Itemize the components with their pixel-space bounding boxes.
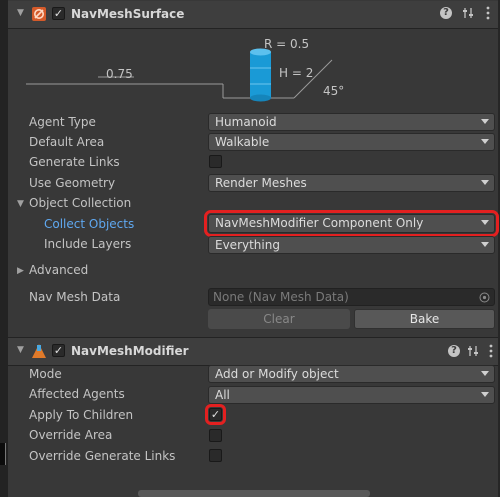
chevron-down-icon <box>481 392 489 397</box>
default-area-value: Walkable <box>215 135 270 149</box>
agent-type-dropdown[interactable]: Humanoid <box>208 113 495 131</box>
apply-to-children-checkbox[interactable]: ✓ <box>205 404 226 425</box>
foldout-arrow-icon[interactable]: ▼ <box>17 345 24 355</box>
component-enabled-checkbox[interactable]: ✓ <box>52 344 65 357</box>
diagram-height-label: H = 2 <box>279 66 314 80</box>
diagram-slope-label: 45° <box>323 84 345 98</box>
affected-agents-dropdown[interactable]: All <box>208 386 495 404</box>
default-area-label: Default Area <box>29 135 105 149</box>
affected-agents-label: Affected Agents <box>29 387 125 401</box>
include-layers-label: Include Layers <box>44 237 132 251</box>
use-geometry-value: Render Meshes <box>215 176 307 190</box>
foldout-arrow-icon[interactable]: ▼ <box>17 8 24 18</box>
agent-type-label: Agent Type <box>29 115 96 129</box>
help-icon[interactable]: ? <box>448 345 460 357</box>
mode-value: Add or Modify object <box>215 367 339 381</box>
nav-mesh-data-value: None (Nav Mesh Data) <box>213 290 349 304</box>
chevron-down-icon <box>481 119 489 124</box>
chevron-down-icon <box>481 220 489 225</box>
object-collection-foldout-icon[interactable]: ▼ <box>17 199 24 209</box>
component-title: NavMeshModifier <box>71 344 189 358</box>
apply-to-children-label: Apply To Children <box>29 408 134 422</box>
chevron-down-icon <box>481 139 489 144</box>
use-geometry-label: Use Geometry <box>29 176 116 190</box>
navmeshsurface-component-icon <box>32 7 46 21</box>
presets-icon[interactable] <box>462 7 474 19</box>
kebab-menu-icon[interactable] <box>485 6 491 20</box>
override-area-checkbox[interactable] <box>209 429 222 442</box>
chevron-down-icon <box>481 180 489 185</box>
mode-label: Mode <box>29 367 62 381</box>
generate-links-label: Generate Links <box>29 155 120 169</box>
diagram-radius-label: R = 0.5 <box>264 37 310 51</box>
presets-icon[interactable] <box>467 345 479 357</box>
collect-objects-value: NavMeshModifier Component Only <box>215 216 424 230</box>
navmeshmodifier-header[interactable]: ▼ ✓ NavMeshModifier ? <box>8 337 498 366</box>
override-generate-links-label: Override Generate Links <box>29 449 176 463</box>
object-picker-icon[interactable] <box>479 292 490 303</box>
navmeshmodifier-component-icon <box>32 344 46 358</box>
object-collection-label[interactable]: Object Collection <box>29 196 131 210</box>
generate-links-checkbox[interactable] <box>209 155 222 168</box>
diagram-step-label: 0.75 <box>106 67 133 81</box>
component-enabled-checkbox[interactable]: ✓ <box>52 7 65 20</box>
left-panel-marker <box>0 443 6 465</box>
nav-mesh-data-label: Nav Mesh Data <box>29 290 121 304</box>
chevron-down-icon <box>481 242 489 247</box>
advanced-label[interactable]: Advanced <box>29 263 88 277</box>
clear-button[interactable]: Clear <box>208 309 350 329</box>
include-layers-dropdown[interactable]: Everything <box>208 236 495 254</box>
agent-type-value: Humanoid <box>215 115 277 129</box>
left-panel-edge <box>0 0 8 497</box>
collect-objects-label: Collect Objects <box>44 217 135 231</box>
affected-agents-value: All <box>215 388 230 402</box>
agent-cylinder <box>250 52 271 98</box>
include-layers-value: Everything <box>215 238 280 252</box>
use-geometry-dropdown[interactable]: Render Meshes <box>208 174 495 192</box>
kebab-menu-icon[interactable] <box>488 344 494 358</box>
bake-button[interactable]: Bake <box>354 309 495 329</box>
help-icon[interactable]: ? <box>440 7 452 19</box>
navmeshsurface-header[interactable]: ▼ ✓ NavMeshSurface ? <box>8 1 498 29</box>
collect-objects-dropdown[interactable]: NavMeshModifier Component Only <box>204 210 499 237</box>
override-generate-links-checkbox[interactable] <box>209 449 222 462</box>
horizontal-scrollbar[interactable] <box>138 490 370 497</box>
override-area-label: Override Area <box>29 428 113 442</box>
nav-mesh-data-field[interactable]: None (Nav Mesh Data) <box>208 288 495 306</box>
chevron-down-icon <box>481 371 489 376</box>
advanced-foldout-icon[interactable]: ▶ <box>17 266 24 276</box>
default-area-dropdown[interactable]: Walkable <box>208 133 495 151</box>
component-title: NavMeshSurface <box>71 7 185 21</box>
mode-dropdown[interactable]: Add or Modify object <box>208 365 495 383</box>
